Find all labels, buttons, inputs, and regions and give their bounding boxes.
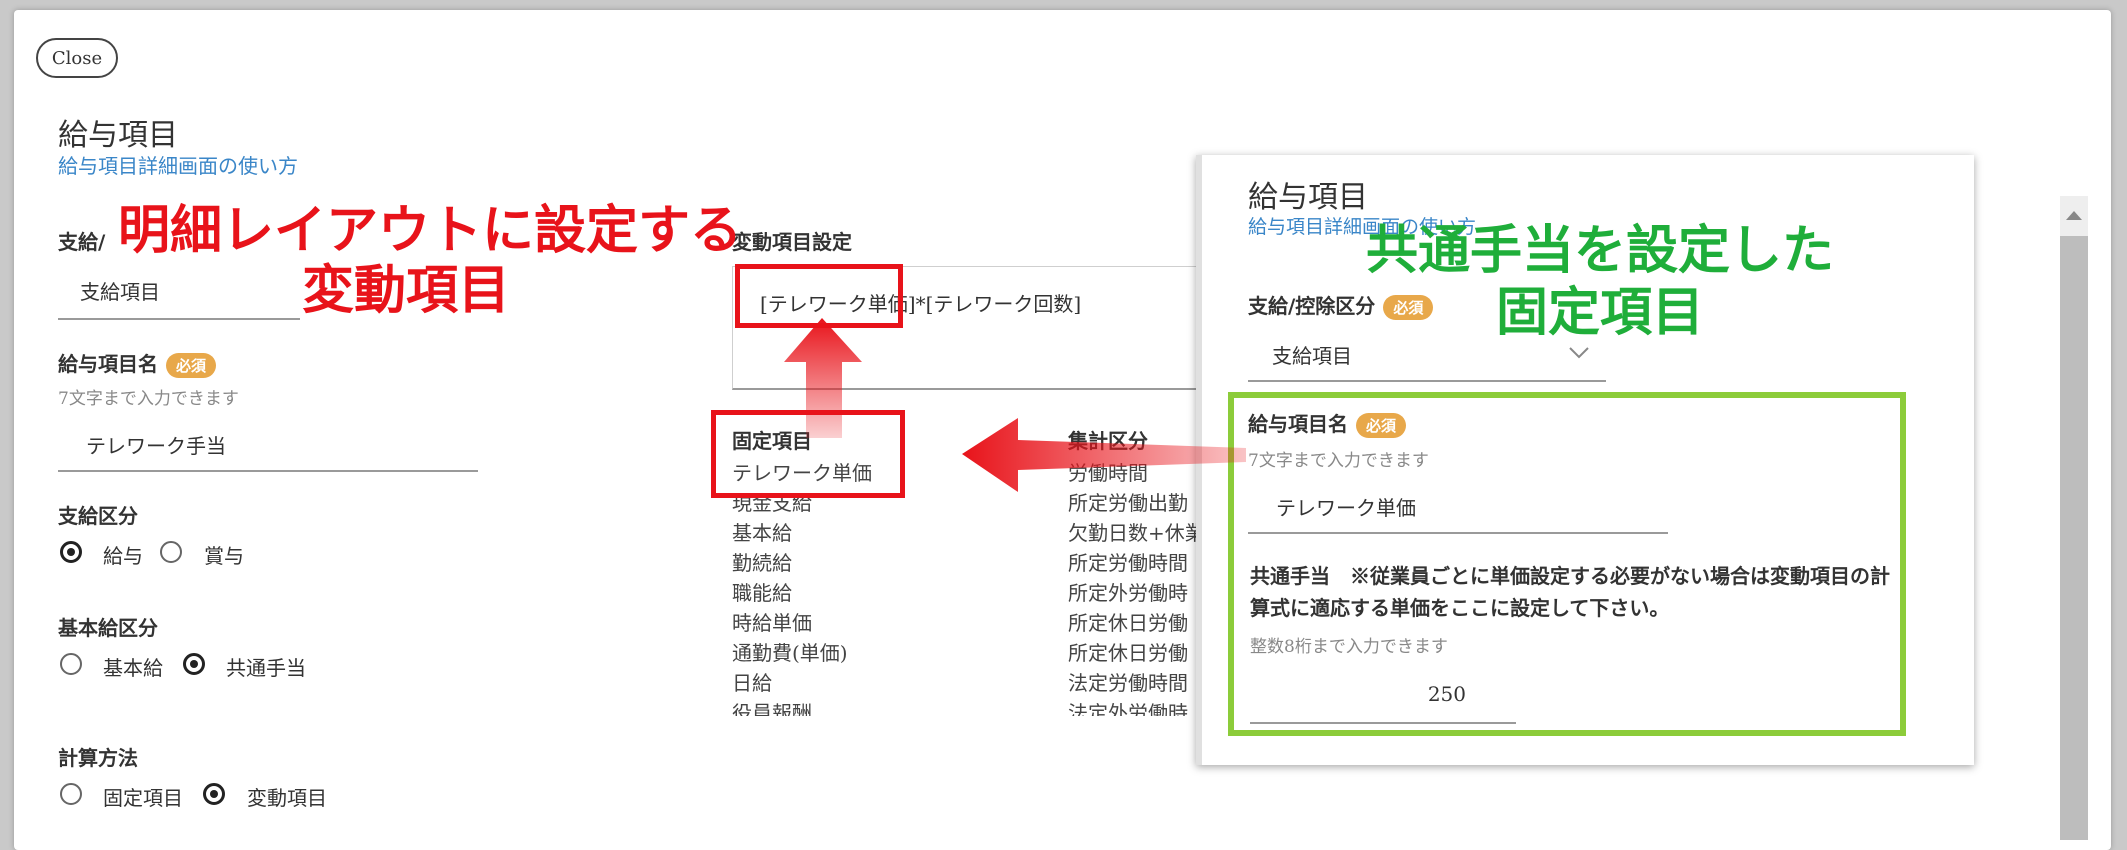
annotation-green-line2: 固定項目 <box>1495 283 1704 343</box>
annotation-arrows <box>784 318 1246 492</box>
arrow-up-icon <box>784 318 862 438</box>
annotation-green-line1: 共通手当を設定した <box>1365 221 1834 281</box>
annotation-red-line1: 明細レイアウトに設定する <box>118 201 743 261</box>
arrow-left-icon <box>962 418 1246 492</box>
annotation-red-line2: 変動項目 <box>302 261 511 321</box>
